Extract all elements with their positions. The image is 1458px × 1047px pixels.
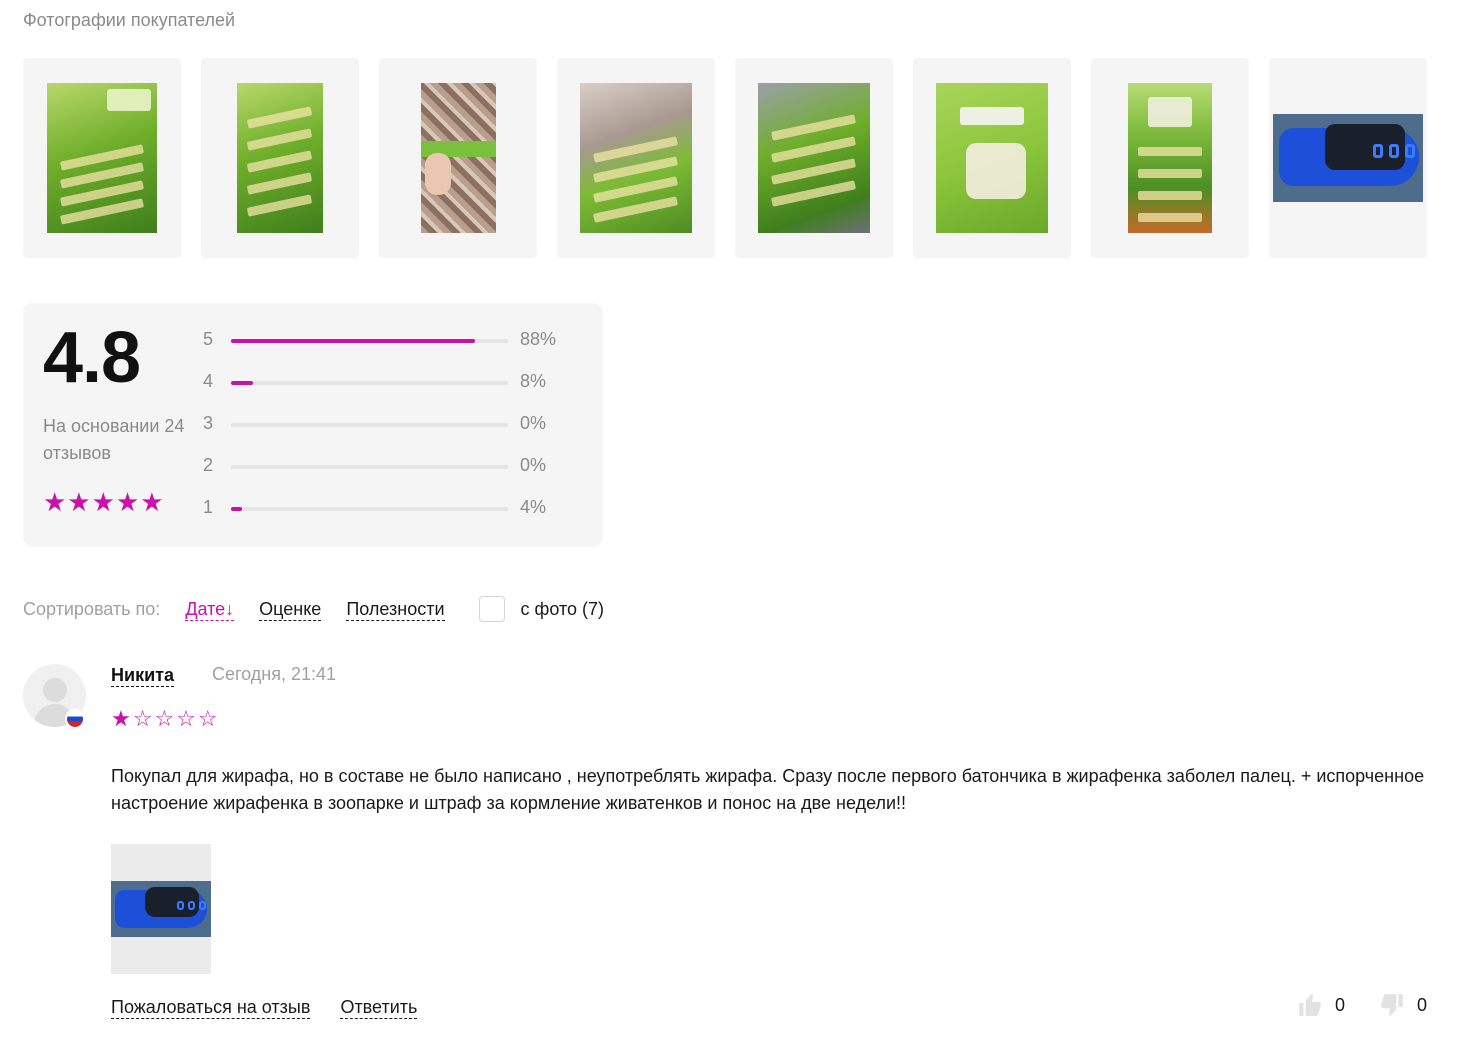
rating-level: 1 [203, 497, 214, 517]
customer-photo-thumbnail[interactable] [379, 58, 537, 258]
customer-photo-thumbnail[interactable] [913, 58, 1071, 258]
rating-level: 3 [203, 413, 214, 433]
like-button[interactable]: 0 [1297, 992, 1345, 1018]
rating-percent: 8% [520, 371, 547, 391]
product-photo [420, 83, 496, 233]
customer-photo-gallery [23, 58, 1427, 258]
product-photo [758, 83, 870, 233]
customer-photos-title: Фотографии покупателей [23, 10, 236, 30]
rating-distribution-row: 5 88% [203, 329, 583, 349]
star-empty-icon: ☆☆☆☆ [132, 706, 220, 731]
thumbs-down-icon [1381, 994, 1403, 1016]
customer-photo-thumbnail[interactable] [23, 58, 181, 258]
with-photo-label[interactable]: с фото (7) [521, 599, 604, 620]
review-votes: 0 0 [1263, 992, 1427, 1018]
sort-by-rating-link[interactable]: Оценке [259, 598, 322, 621]
customer-photo-thumbnail[interactable] [735, 58, 893, 258]
rating-level: 5 [203, 329, 214, 349]
complain-link[interactable]: Пожаловаться на отзыв [111, 996, 311, 1019]
rating-bar [231, 507, 508, 511]
product-photo [47, 83, 157, 233]
rating-bar [231, 339, 508, 343]
review-photo-thumbnail[interactable] [111, 844, 211, 974]
with-photo-checkbox[interactable] [478, 596, 505, 622]
sort-by-usefulness-link[interactable]: Полезности [346, 598, 445, 621]
average-stars-icon: ★★★★★ [43, 487, 165, 517]
review-date: Сегодня, 21:41 [212, 664, 337, 684]
thumbs-up-icon [1299, 994, 1321, 1016]
product-photo [580, 83, 692, 233]
rating-level: 4 [203, 371, 214, 391]
dislike-button[interactable]: 0 [1379, 992, 1427, 1018]
rating-level: 2 [203, 455, 214, 475]
sort-by-date-link[interactable]: Дате↓ [185, 598, 235, 621]
review-author[interactable]: Никита [111, 664, 174, 687]
rating-bar [231, 381, 508, 385]
average-rating: 4.8 [43, 318, 141, 398]
shoe-photo [1273, 114, 1423, 202]
rating-percent: 0% [520, 413, 547, 433]
rating-percent: 0% [520, 455, 547, 475]
dislike-count: 0 [1416, 994, 1427, 1015]
rating-distribution-row: 3 0% [203, 413, 583, 433]
rating-distribution-row: 1 4% [203, 497, 583, 517]
customer-photo-thumbnail[interactable] [1269, 58, 1427, 258]
star-filled-icon: ★ [111, 706, 133, 731]
like-count: 0 [1334, 994, 1345, 1015]
customer-photo-thumbnail[interactable] [1091, 58, 1249, 258]
rating-summary: 4.8 На основании 24 отзывов ★★★★★ 5 88% … [23, 303, 603, 547]
rating-percent: 4% [520, 497, 547, 517]
product-photo [237, 83, 323, 233]
review-stars: ★☆☆☆☆ [111, 706, 220, 732]
reply-link[interactable]: Ответить [340, 996, 418, 1019]
rating-bar [231, 423, 508, 427]
sort-bar: Сортировать по: Дате↓ Оценке Полезности … [23, 596, 604, 622]
ru-flag-icon [65, 709, 85, 729]
customer-photo-thumbnail[interactable] [201, 58, 359, 258]
product-photo [1128, 83, 1212, 233]
review-actions: Пожаловаться на отзыв Ответить [111, 996, 447, 1019]
rating-distribution-row: 4 8% [203, 371, 583, 391]
reviews-count-text: На основании 24 отзывов [43, 416, 185, 463]
product-photo [936, 83, 1048, 233]
shoe-photo [111, 881, 211, 937]
review-text: Покупал для жирафа, но в составе не было… [111, 766, 1425, 813]
rating-percent: 88% [520, 329, 557, 349]
customer-photo-thumbnail[interactable] [557, 58, 715, 258]
rating-bar [231, 465, 508, 469]
sort-label: Сортировать по: [23, 598, 161, 619]
rating-distribution-row: 2 0% [203, 455, 583, 475]
